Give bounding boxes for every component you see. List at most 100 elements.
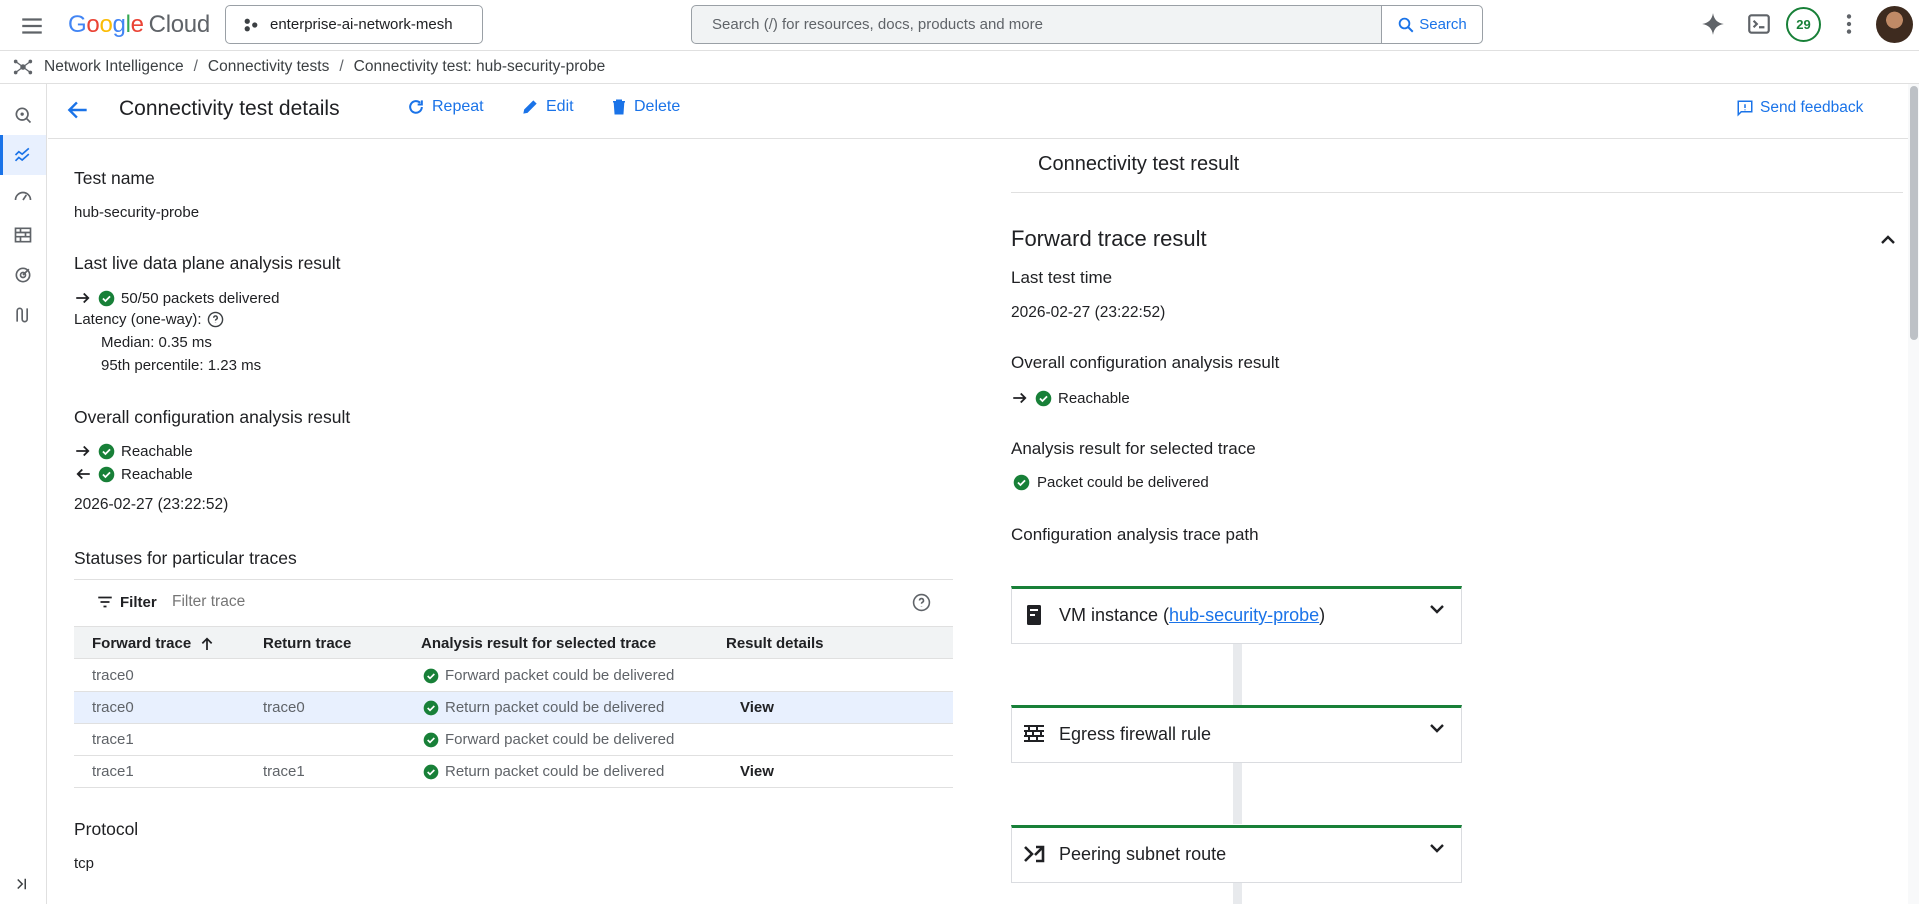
analyzer-icon bbox=[15, 267, 31, 283]
view-details-button[interactable]: View bbox=[740, 763, 774, 780]
breadcrumb-separator: / bbox=[339, 58, 344, 75]
config-analysis-label: Overall configuration analysis result bbox=[74, 407, 351, 427]
delete-button[interactable]: Delete bbox=[610, 97, 680, 117]
result-cell: Forward packet could be delivered bbox=[423, 667, 674, 684]
top-bar: Google Cloud enterprise-ai-network-mesh S… bbox=[0, 0, 1919, 51]
return-trace-cell: trace0 bbox=[263, 699, 305, 716]
trace-path-label: Configuration analysis trace path bbox=[1011, 525, 1259, 544]
table-row[interactable]: trace1 trace1 Return packet could be del… bbox=[74, 756, 953, 788]
trace-statuses-label: Statuses for particular traces bbox=[74, 548, 297, 568]
breadcrumb-separator: / bbox=[193, 58, 198, 75]
packets-delivered-line: 50/50 packets delivered bbox=[74, 289, 279, 307]
network-intelligence-icon bbox=[13, 59, 33, 75]
table-header: Forward trace Return trace Analysis resu… bbox=[74, 626, 953, 659]
column-analysis-result[interactable]: Analysis result for selected trace bbox=[421, 635, 656, 652]
search-input[interactable]: Search (/) for resources, docs, products… bbox=[692, 6, 1382, 43]
rail-item-firewall-insights[interactable] bbox=[0, 215, 46, 255]
forward-reachable-line: Reachable bbox=[74, 442, 193, 460]
help-icon[interactable] bbox=[207, 311, 224, 328]
trace-step-egress-firewall[interactable]: Egress firewall rule bbox=[1011, 705, 1462, 763]
connectivity-tests-icon bbox=[14, 147, 30, 162]
cloud-shell-icon[interactable] bbox=[1746, 11, 1772, 37]
table-row[interactable]: trace1 Forward packet could be delivered bbox=[74, 724, 953, 756]
back-arrow-icon[interactable] bbox=[65, 97, 91, 123]
view-details-button[interactable]: View bbox=[740, 699, 774, 716]
last-test-time-label: Last test time bbox=[1011, 268, 1113, 287]
expand-rail-icon bbox=[17, 878, 26, 890]
rail-item-flow-analyzer[interactable] bbox=[0, 295, 46, 335]
selected-trace-result-line: Packet could be delivered bbox=[1013, 474, 1209, 491]
trace-step-vm-instance[interactable]: VM instance (hub-security-probe) bbox=[1011, 586, 1462, 644]
breadcrumb-network-intelligence[interactable]: Network Intelligence bbox=[44, 58, 184, 76]
help-icon[interactable] bbox=[912, 593, 931, 612]
more-options-icon[interactable] bbox=[1836, 11, 1862, 37]
live-analysis-label: Last live data plane analysis result bbox=[74, 253, 341, 273]
last-test-time-value: 2026-02-27 (23:22:52) bbox=[1011, 304, 1166, 321]
forward-trace-cell: trace1 bbox=[92, 763, 134, 780]
send-feedback-button[interactable]: Send feedback bbox=[1736, 99, 1863, 117]
forward-trace-result-title: Forward trace result bbox=[1011, 226, 1207, 251]
expand-chevron-icon[interactable] bbox=[1425, 716, 1449, 740]
check-circle-icon bbox=[1013, 474, 1030, 491]
feedback-icon bbox=[1737, 100, 1753, 117]
project-name: enterprise-ai-network-mesh bbox=[270, 16, 453, 33]
result-cell: Forward packet could be delivered bbox=[423, 731, 674, 748]
scrollbar-thumb[interactable] bbox=[1910, 86, 1918, 340]
vm-instance-link[interactable]: hub-security-probe bbox=[1169, 605, 1319, 625]
left-nav-rail bbox=[0, 84, 47, 904]
search-button[interactable]: Search bbox=[1381, 6, 1482, 43]
rail-item-network-analyzer[interactable] bbox=[0, 255, 46, 295]
rail-item-performance-dashboard[interactable] bbox=[0, 175, 46, 215]
forward-trace-cell: trace0 bbox=[92, 667, 134, 684]
rail-item-topology[interactable] bbox=[0, 95, 46, 135]
rail-item-connectivity-tests[interactable] bbox=[0, 135, 46, 175]
trash-icon bbox=[613, 99, 625, 115]
latency-median: Median: 0.35 ms bbox=[101, 334, 212, 351]
path-connector bbox=[1233, 644, 1242, 705]
test-name-label: Test name bbox=[74, 168, 155, 188]
flow-icon bbox=[16, 307, 28, 323]
forward-arrow-icon bbox=[1013, 392, 1027, 404]
repeat-button[interactable]: Repeat bbox=[406, 97, 484, 117]
refresh-icon bbox=[409, 100, 423, 114]
rail-expand-button[interactable] bbox=[0, 864, 46, 904]
column-forward-trace[interactable]: Forward trace bbox=[92, 635, 215, 652]
breadcrumb: Network Intelligence / Connectivity test… bbox=[12, 54, 605, 80]
check-circle-icon bbox=[98, 443, 115, 459]
config-time: 2026-02-27 (23:22:52) bbox=[74, 496, 229, 513]
overall-reachable-line: Reachable bbox=[1011, 389, 1130, 407]
column-return-trace[interactable]: Return trace bbox=[263, 635, 351, 652]
gemini-sparkle-icon[interactable] bbox=[1700, 11, 1726, 37]
table-row[interactable]: trace0 Forward packet could be delivered bbox=[74, 660, 953, 692]
gauge-icon bbox=[14, 191, 32, 201]
trace-step-title: VM instance (hub-security-probe) bbox=[1059, 605, 1326, 625]
collapse-chevron-icon[interactable] bbox=[1876, 228, 1900, 252]
divider bbox=[1011, 192, 1903, 193]
google-cloud-logo[interactable]: Google Cloud bbox=[68, 11, 210, 39]
check-circle-icon bbox=[423, 668, 439, 683]
expand-chevron-icon[interactable] bbox=[1425, 836, 1449, 860]
filter-button[interactable]: Filter bbox=[96, 593, 157, 611]
column-result-details[interactable]: Result details bbox=[726, 635, 824, 652]
trace-step-peering-route[interactable]: Peering subnet route bbox=[1011, 825, 1462, 883]
latency-line: Latency (one-way): bbox=[74, 311, 224, 328]
table-row[interactable]: trace0 trace0 Return packet could be del… bbox=[74, 692, 953, 724]
search-icon bbox=[1398, 17, 1414, 32]
project-picker-button[interactable]: enterprise-ai-network-mesh bbox=[225, 5, 483, 44]
forward-trace-cell: trace1 bbox=[92, 731, 134, 748]
notifications-badge[interactable]: 29 bbox=[1786, 7, 1821, 42]
main-menu-icon[interactable] bbox=[19, 13, 45, 39]
trace-step-title: Peering subnet route bbox=[1059, 844, 1227, 864]
firewall-icon bbox=[1022, 722, 1046, 746]
path-connector bbox=[1233, 763, 1242, 824]
protocol-value: tcp bbox=[74, 855, 95, 872]
return-trace-cell: trace1 bbox=[263, 763, 305, 780]
filter-trace-input[interactable] bbox=[172, 593, 672, 611]
expand-chevron-icon[interactable] bbox=[1425, 597, 1449, 621]
breadcrumb-current-test: Connectivity test: hub-security-probe bbox=[353, 58, 606, 75]
latency-p95: 95th percentile: 1.23 ms bbox=[101, 357, 262, 374]
breadcrumb-connectivity-tests[interactable]: Connectivity tests bbox=[208, 58, 329, 76]
forward-arrow-icon bbox=[76, 445, 90, 457]
edit-button[interactable]: Edit bbox=[520, 97, 574, 117]
avatar[interactable] bbox=[1876, 6, 1913, 43]
